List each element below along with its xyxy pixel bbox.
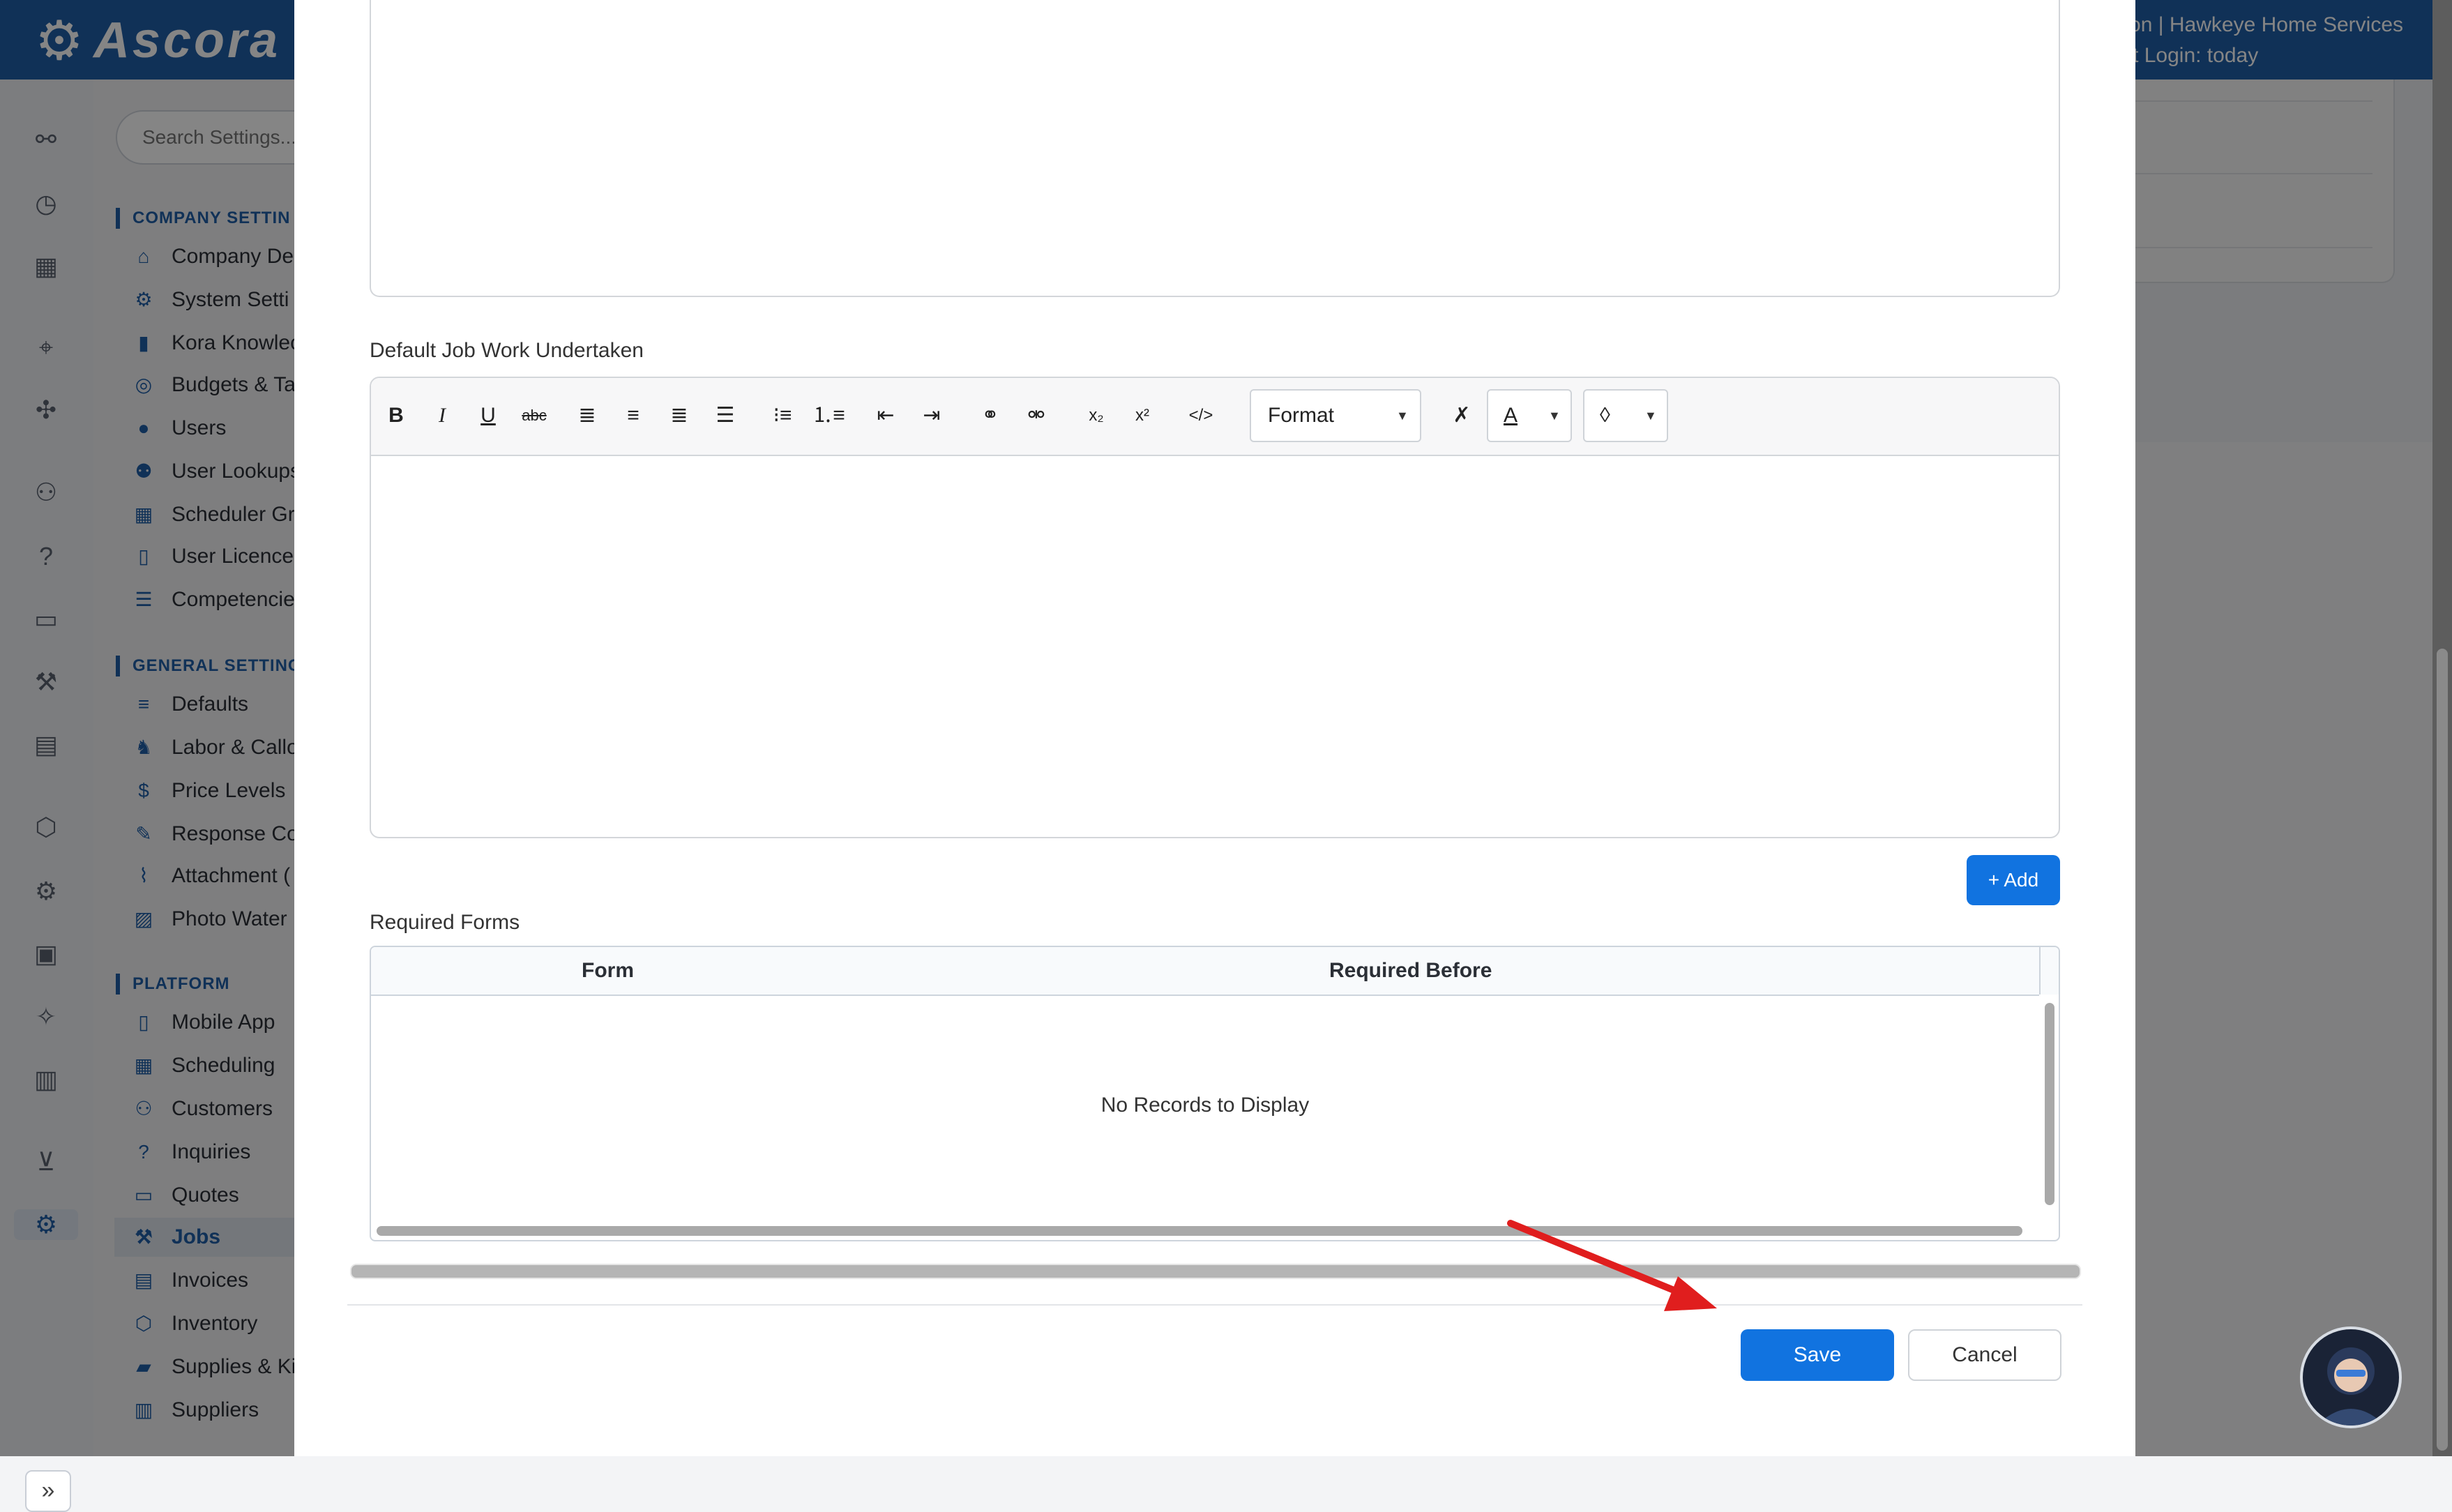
chevron-down-icon: ▼ [1644, 409, 1657, 423]
work-undertaken-editor: B I U abc ≣ ≡ ≣ ☰ ⁝≡ ⒈≡ ⇤ ⇥ ⚭ ⚮ x₂ x² </… [370, 377, 2060, 838]
clear-format-icon[interactable]: ✗ [1444, 398, 1480, 434]
italic-icon[interactable]: I [424, 398, 460, 434]
bold-icon[interactable]: B [378, 398, 414, 434]
align-right-icon[interactable]: ≣ [661, 398, 697, 434]
bullet-list-icon[interactable]: ⁝≡ [764, 398, 801, 434]
modal-horizontal-scrollbar[interactable] [350, 1264, 2081, 1279]
column-header-form[interactable]: Form [582, 947, 634, 995]
align-justify-icon[interactable]: ☰ [707, 398, 743, 434]
superscript-icon[interactable]: x² [1124, 398, 1160, 434]
footer-divider [347, 1304, 2082, 1306]
job-settings-modal: Default Job Work Undertaken B I U abc ≣ … [294, 0, 2135, 1456]
align-center-icon[interactable]: ≡ [615, 398, 651, 434]
add-form-button[interactable]: + Add [1967, 855, 2060, 905]
format-select-label: Format [1268, 404, 1335, 427]
unlink-icon[interactable]: ⚮ [1018, 398, 1054, 434]
code-view-icon[interactable]: </> [1183, 398, 1219, 434]
background-color-picker[interactable]: ◊ ▼ [1583, 389, 1668, 442]
align-left-icon[interactable]: ≣ [569, 398, 605, 434]
background-color-icon: ◊ [1600, 404, 1610, 427]
column-header-required-before[interactable]: Required Before [1329, 947, 1492, 995]
page-scrollbar[interactable] [2432, 0, 2452, 1456]
format-select[interactable]: Format ▼ [1250, 389, 1421, 442]
font-color-icon: A [1504, 404, 1518, 427]
chevron-down-icon: ▼ [1396, 409, 1409, 423]
editor-content-area[interactable] [371, 456, 2059, 837]
required-forms-grid: Form Required Before No Records to Displ… [370, 946, 2060, 1241]
indent-icon[interactable]: ⇥ [914, 398, 950, 434]
page-scrollbar-thumb[interactable] [2437, 649, 2448, 1451]
grid-vertical-scrollbar[interactable] [2045, 1003, 2054, 1205]
strikethrough-icon[interactable]: abc [516, 398, 552, 434]
numbered-list-icon[interactable]: ⒈≡ [810, 398, 847, 434]
chevron-down-icon: ▼ [1548, 409, 1561, 423]
expand-sidebar-button[interactable]: » [25, 1470, 71, 1512]
font-color-picker[interactable]: A ▼ [1487, 389, 1572, 442]
editor-toolbar: B I U abc ≣ ≡ ≣ ☰ ⁝≡ ⒈≡ ⇤ ⇥ ⚭ ⚮ x₂ x² </… [371, 378, 2059, 456]
underline-icon[interactable]: U [470, 398, 506, 434]
link-icon[interactable]: ⚭ [972, 398, 1008, 434]
grid-horizontal-scrollbar[interactable] [377, 1226, 2022, 1236]
assistant-avatar[interactable] [2300, 1326, 2402, 1428]
empty-grid-message: No Records to Display [1100, 1094, 1310, 1117]
grid-header: Form Required Before [371, 947, 2039, 996]
rich-text-editor-previous[interactable] [370, 0, 2060, 297]
save-button[interactable]: Save [1741, 1329, 1894, 1381]
work-undertaken-label: Default Job Work Undertaken [370, 339, 644, 362]
subscript-icon[interactable]: x₂ [1078, 398, 1114, 434]
cancel-button[interactable]: Cancel [1908, 1329, 2061, 1381]
outdent-icon[interactable]: ⇤ [868, 398, 904, 434]
required-forms-label: Required Forms [370, 911, 520, 934]
